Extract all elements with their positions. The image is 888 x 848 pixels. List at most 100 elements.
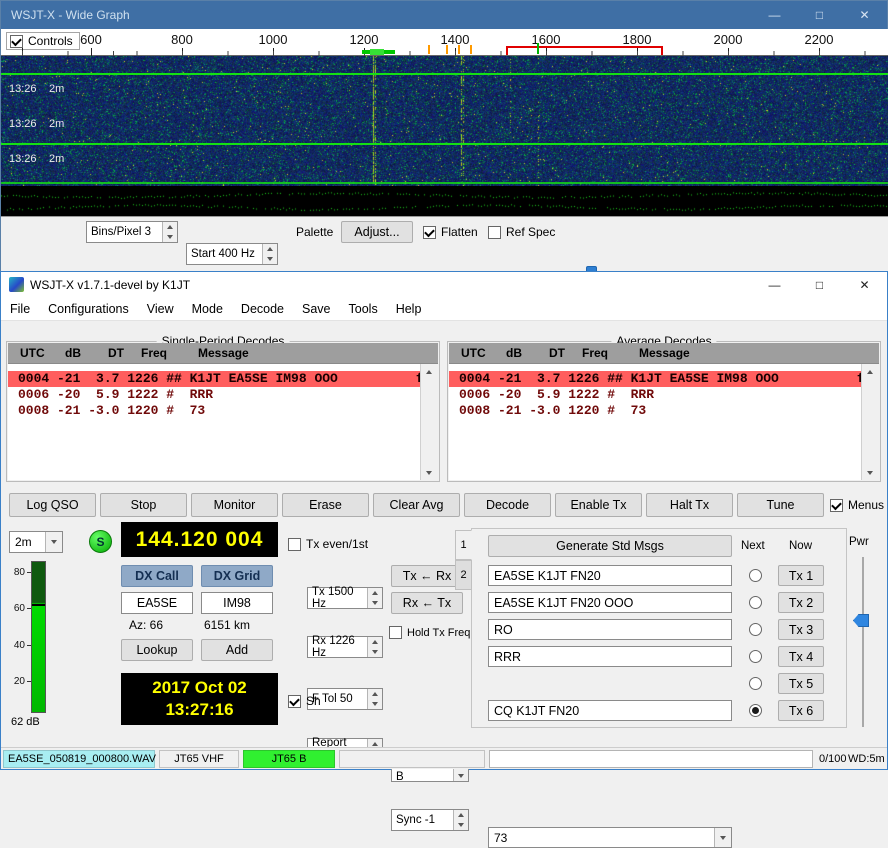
checkbox-icon	[288, 538, 301, 551]
tx2-now-button[interactable]: Tx 2	[778, 592, 824, 613]
tx5-next-radio[interactable]	[749, 677, 762, 690]
menu-view[interactable]: View	[138, 297, 183, 320]
dx-grid-button[interactable]: DX Grid	[201, 565, 273, 587]
add-button[interactable]: Add	[201, 639, 273, 661]
dx-call-input[interactable]: EA5SE	[121, 592, 193, 614]
maximize-icon[interactable]: □	[797, 1, 842, 29]
log-qso-button[interactable]: Log QSO	[9, 493, 96, 517]
next-column-label: Next	[741, 540, 765, 552]
dx-call-button[interactable]: DX Call	[121, 565, 193, 587]
lookup-button[interactable]: Lookup	[121, 639, 193, 661]
spinner-arrows-icon[interactable]	[367, 637, 382, 657]
decode-row[interactable]: 0006 -20 5.9 1222 # RRR	[8, 387, 421, 403]
decode-row[interactable]: 0008 -21 -3.0 1220 # 73	[449, 403, 862, 419]
tx3-next-radio[interactable]	[749, 623, 762, 636]
spinner-arrows-icon[interactable]	[453, 810, 468, 830]
tx6-now-button[interactable]: Tx 6	[778, 700, 824, 721]
decode-row[interactable]: 0008 -21 -3.0 1220 # 73	[8, 403, 421, 419]
spinner-arrows-icon[interactable]	[162, 222, 177, 242]
menu-help[interactable]: Help	[387, 297, 431, 320]
scrollbar[interactable]	[861, 364, 879, 480]
tx-even-checkbox[interactable]: Tx even/1st	[288, 537, 368, 551]
wide-graph-titlebar[interactable]: WSJT-X - Wide Graph — □ ✕	[1, 1, 887, 29]
dx-grid-input[interactable]: IM98	[201, 592, 273, 614]
tx1-now-button[interactable]: Tx 1	[778, 565, 824, 586]
tx5-message-select[interactable]: 73	[488, 827, 732, 848]
stop-button[interactable]: Stop	[100, 493, 187, 517]
menu-file[interactable]: File	[1, 297, 39, 320]
rx-freq-spinner[interactable]: Rx 1226 Hz	[307, 636, 383, 658]
sync-spinner[interactable]: Sync -1	[391, 809, 469, 831]
pwr-slider[interactable]	[862, 557, 864, 727]
pwr-slider-handle[interactable]	[853, 614, 869, 627]
tx6-next-radio[interactable]	[749, 704, 762, 717]
tx4-message-input[interactable]: RRR	[488, 646, 732, 667]
scroll-up-icon[interactable]	[862, 364, 878, 379]
tx-range-marker[interactable]	[506, 46, 663, 48]
checkbox-icon	[423, 226, 436, 239]
menu-tools[interactable]: Tools	[340, 297, 387, 320]
tx6-message-input[interactable]: CQ K1JT FN20	[488, 700, 732, 721]
tx4-now-button[interactable]: Tx 4	[778, 646, 824, 667]
monitor-button[interactable]: Monitor	[191, 493, 278, 517]
enable-tx-button[interactable]: Enable Tx	[555, 493, 642, 517]
adjust-palette-button[interactable]: Adjust...	[341, 221, 413, 243]
maximize-icon[interactable]: □	[797, 272, 842, 297]
tx2-next-radio[interactable]	[749, 596, 762, 609]
main-title: WSJT-X v1.7.1-devel by K1JT	[24, 278, 752, 292]
erase-button[interactable]: Erase	[282, 493, 369, 517]
tx3-now-button[interactable]: Tx 3	[778, 619, 824, 640]
decode-row[interactable]: 0006 -20 5.9 1222 # RRR	[449, 387, 862, 403]
menu-mode[interactable]: Mode	[183, 297, 232, 320]
clear-avg-button[interactable]: Clear Avg	[373, 493, 460, 517]
main-titlebar[interactable]: WSJT-X v1.7.1-devel by K1JT — □ ✕	[1, 272, 887, 297]
close-icon[interactable]: ✕	[842, 272, 887, 297]
minimize-icon[interactable]: —	[752, 272, 797, 297]
menu-configurations[interactable]: Configurations	[39, 297, 138, 320]
menu-save[interactable]: Save	[293, 297, 340, 320]
band-select[interactable]: 2m	[9, 531, 63, 553]
spinner-arrows-icon[interactable]	[367, 689, 382, 709]
controls-checkbox[interactable]: Controls	[10, 34, 73, 48]
waterfall-display[interactable]: 13:26 2m 13:26 2m 13:26 2m	[1, 56, 888, 186]
empty-status-panel	[339, 750, 485, 768]
tx4-next-radio[interactable]	[749, 650, 762, 663]
generate-std-msgs-button[interactable]: Generate Std Msgs	[488, 535, 732, 557]
tx-freq-spinner[interactable]: Tx 1500 Hz	[307, 587, 383, 609]
hold-tx-freq-checkbox[interactable]: Hold Tx Freq	[389, 626, 470, 639]
scroll-up-icon[interactable]	[421, 364, 437, 379]
bins-pixel-spinner[interactable]: Bins/Pixel 3	[86, 221, 178, 243]
scrollbar[interactable]	[420, 364, 438, 480]
tx3-message-input[interactable]: RO	[488, 619, 732, 640]
scroll-down-icon[interactable]	[421, 465, 437, 480]
menus-checkbox[interactable]: Menus	[830, 498, 884, 512]
start-freq-spinner[interactable]: Start 400 Hz	[186, 243, 278, 265]
tx2-message-input[interactable]: EA5SE K1JT FN20 OOO	[488, 592, 732, 613]
decode-row[interactable]: 0004 -21 3.7 1226 ## K1JT EA5SE IM98 OOO…	[449, 371, 862, 387]
sh-checkbox[interactable]: Sh	[288, 694, 321, 708]
spinner-arrows-icon[interactable]	[262, 244, 277, 264]
period-line	[1, 143, 888, 145]
ref-spec-checkbox[interactable]: Ref Spec	[488, 225, 555, 239]
tune-button[interactable]: Tune	[737, 493, 824, 517]
tab-2[interactable]: 2	[455, 560, 472, 590]
spectrum-display[interactable]	[1, 186, 888, 216]
spinner-arrows-icon[interactable]	[367, 588, 382, 608]
tab-1[interactable]: 1	[455, 530, 472, 560]
flatten-checkbox[interactable]: Flatten	[423, 225, 478, 239]
halt-tx-button[interactable]: Halt Tx	[646, 493, 733, 517]
menu-decode[interactable]: Decode	[232, 297, 293, 320]
decode-header: UTC dB DT Freq Message	[8, 343, 438, 364]
waterfall-time-label: 13:26	[9, 153, 37, 165]
decode-row[interactable]: 0004 -21 3.7 1226 ## K1JT EA5SE IM98 OOO…	[8, 371, 421, 387]
close-icon[interactable]: ✕	[842, 1, 887, 29]
scroll-down-icon[interactable]	[862, 465, 878, 480]
tx5-now-button[interactable]: Tx 5	[778, 673, 824, 694]
rx-from-tx-button[interactable]: Rx ← Tx	[391, 592, 463, 614]
decode-button[interactable]: Decode	[464, 493, 551, 517]
tx1-message-input[interactable]: EA5SE K1JT FN20	[488, 565, 732, 586]
waterfall-band-label: 2m	[49, 118, 64, 130]
minimize-icon[interactable]: —	[752, 1, 797, 29]
tx1-next-radio[interactable]	[749, 569, 762, 582]
tx-from-rx-button[interactable]: Tx ← Rx	[391, 565, 463, 587]
